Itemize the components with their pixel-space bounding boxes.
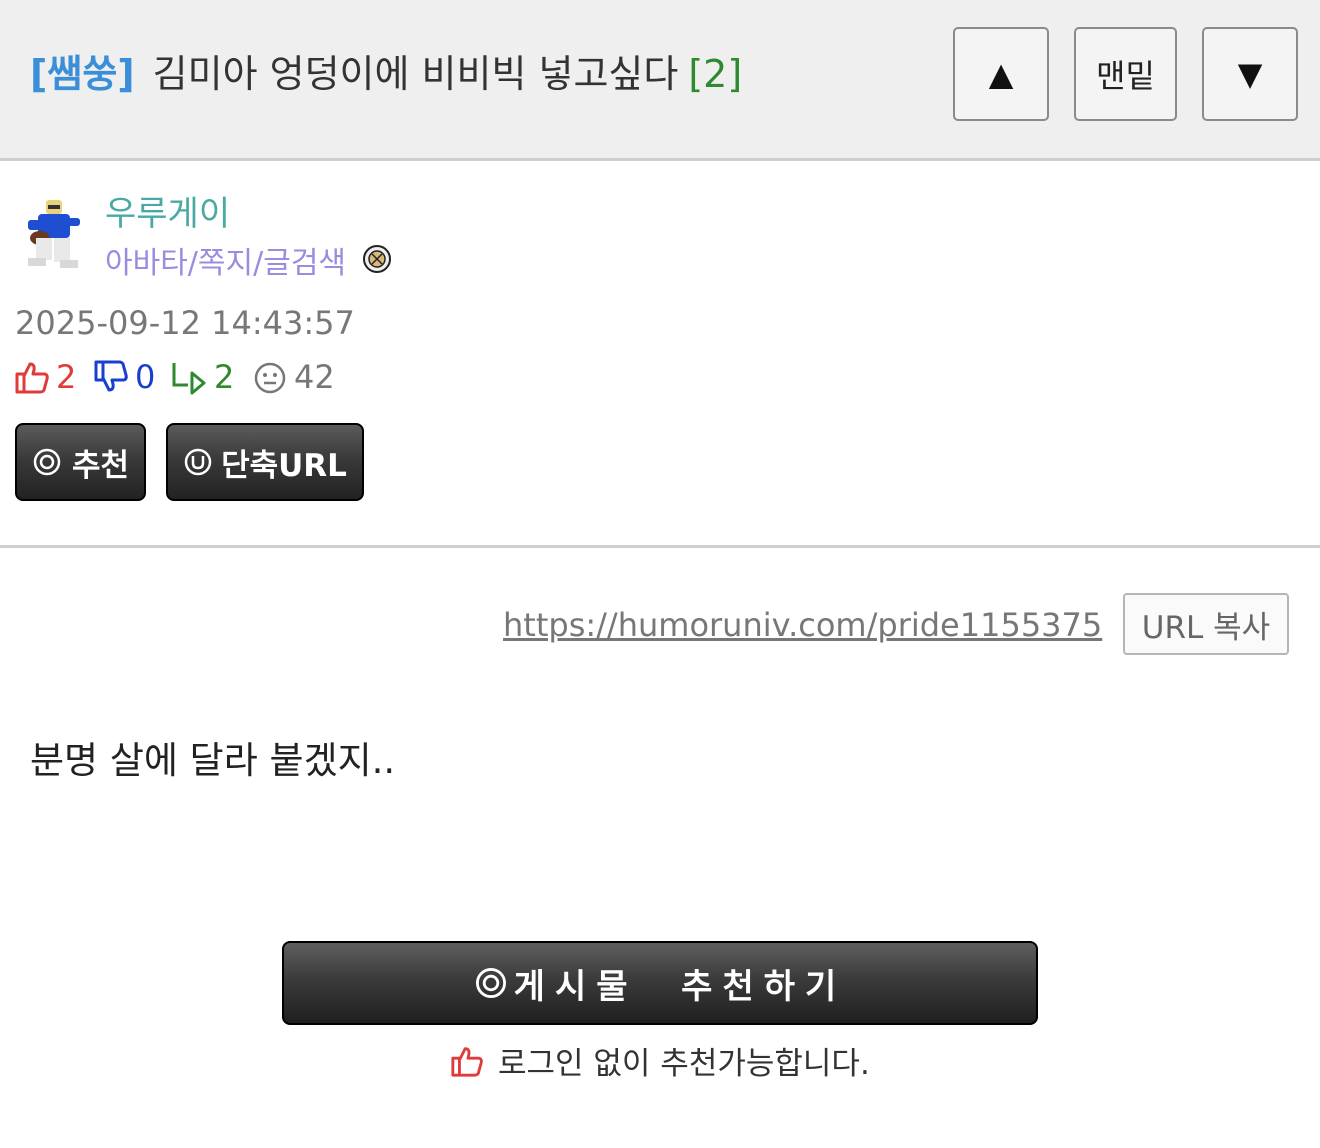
- thumbs-down-icon: [94, 360, 128, 392]
- title-text: 김미아 엉덩이에 비비빅 넣고싶다: [152, 52, 679, 96]
- post-title: [쌤쑹] 김미아 엉덩이에 비비빅 넣고싶다 [2]: [30, 50, 742, 98]
- up-arrow-icon: ▲: [988, 55, 1014, 93]
- view-count: 42: [294, 358, 335, 396]
- post-body: 분명 살에 달라 붙겠지..: [30, 739, 396, 782]
- circle-u-icon: [184, 448, 212, 476]
- short-url-label: 단축URL: [221, 447, 347, 484]
- category-tag[interactable]: [쌤쑹]: [30, 52, 135, 96]
- scroll-up-button[interactable]: ▲: [953, 27, 1049, 121]
- avatar[interactable]: [20, 194, 86, 272]
- recommend-note-text: 로그인 없이 추천가능합니다.: [498, 1046, 870, 1082]
- recommend-button[interactable]: 추천: [15, 423, 146, 501]
- thumbs-up-icon: [15, 362, 49, 394]
- smiley-icon: [254, 362, 286, 394]
- scroll-down-button[interactable]: ▼: [1202, 27, 1298, 121]
- view-stat: 42: [252, 356, 335, 398]
- recommend-post-label: 게시물 추천하기: [513, 966, 847, 1007]
- author-nickname[interactable]: 우루게이: [105, 186, 230, 235]
- reply-arrow-icon: [172, 363, 206, 395]
- like-stat: 2: [14, 356, 76, 398]
- recommend-post-button[interactable]: 게시물 추천하기: [282, 941, 1038, 1025]
- circle-target-icon: [33, 448, 61, 476]
- down-arrow-icon: ▼: [1237, 55, 1263, 93]
- author-links[interactable]: 아바타/쪽지/글검색: [105, 238, 346, 282]
- post-datetime: 2025-09-12 14:43:57: [15, 304, 355, 342]
- bottom-label: 맨밑: [1096, 57, 1155, 95]
- reply-count: 2: [214, 358, 235, 396]
- post-url-link[interactable]: https://humoruniv.com/pride1155375: [503, 606, 1102, 644]
- comment-count[interactable]: [2]: [688, 52, 742, 96]
- reply-stat: 2: [170, 356, 234, 398]
- thumbs-up-icon: [451, 1046, 483, 1077]
- section-divider: [0, 545, 1320, 548]
- like-count: 2: [56, 358, 77, 396]
- post-header: [쌤쑹] 김미아 엉덩이에 비비빅 넣고싶다 [2] ▲ 맨밑 ▼: [0, 0, 1320, 161]
- short-url-button[interactable]: 단축URL: [166, 423, 364, 501]
- url-copy-button[interactable]: URL 복사: [1123, 593, 1289, 655]
- circle-target-icon: [475, 967, 506, 999]
- medal-icon: [363, 245, 391, 273]
- dislike-count: 0: [135, 358, 156, 396]
- scroll-bottom-button[interactable]: 맨밑: [1074, 27, 1177, 121]
- recommend-label: 추천: [71, 447, 130, 484]
- dislike-stat: 0: [93, 356, 155, 398]
- recommend-note: 로그인 없이 추천가능합니다.: [450, 1038, 870, 1083]
